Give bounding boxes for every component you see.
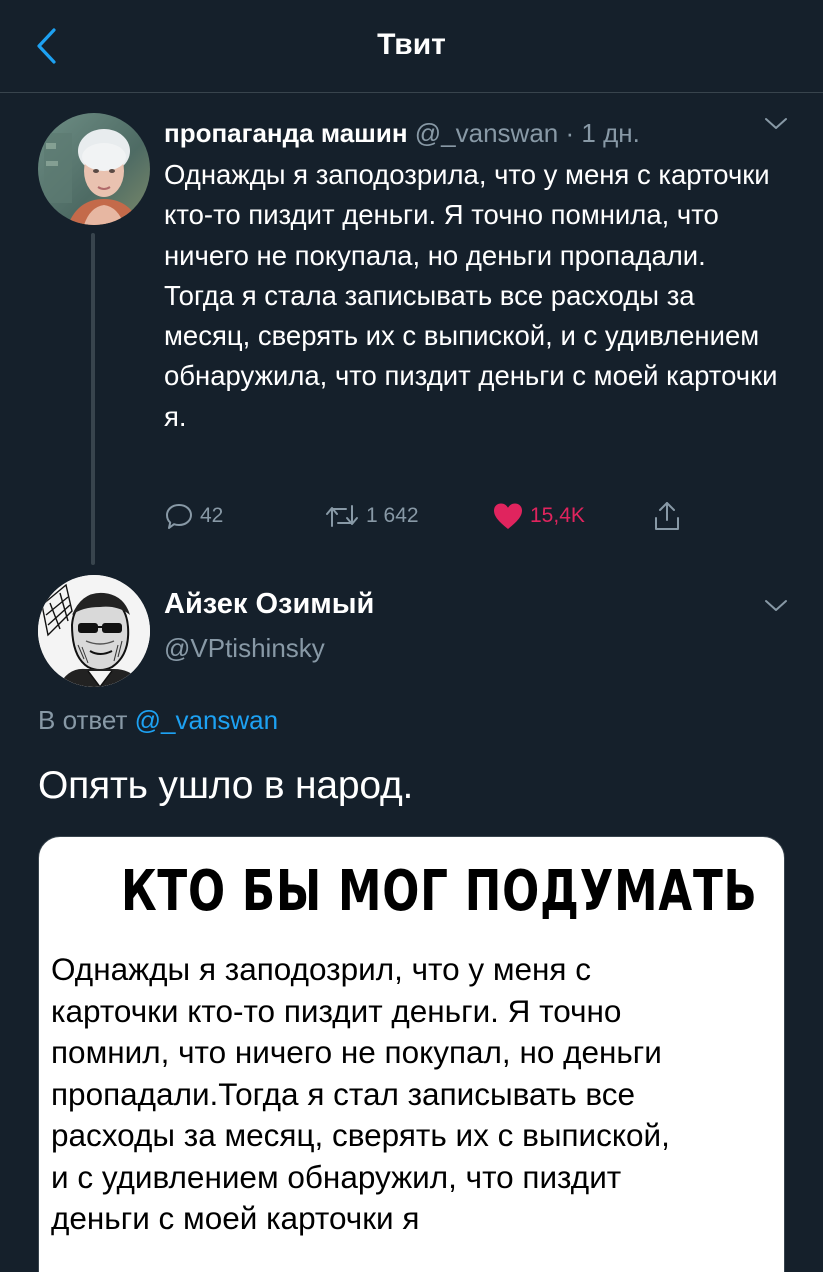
chevron-down-icon	[765, 118, 787, 129]
avatar-photo	[38, 113, 150, 225]
retweet-count: 1 642	[366, 504, 419, 527]
like-button[interactable]: 15,4K	[492, 497, 585, 535]
meme-text-line: пропадали.Тогда я стал записывать все	[51, 1075, 636, 1112]
reply-context: В ответ @_vanswan	[38, 705, 278, 736]
tweet-paragraph: Тогда я стала записывать все расходы за …	[164, 279, 778, 432]
author-handle[interactable]: @VPtishinsky	[164, 633, 325, 664]
reply-handle-link[interactable]: @_vanswan	[135, 705, 278, 735]
tweet-time: 1 дн.	[581, 118, 640, 148]
author-handle[interactable]: @_vanswan	[415, 118, 558, 148]
author-name[interactable]: Айзек Озимый	[164, 588, 374, 621]
page-title: Твит	[377, 28, 446, 61]
reply-count: 42	[200, 504, 224, 527]
meme-text-line: карточки кто-то пиздит деньги. Я точно	[51, 992, 622, 1029]
heart-icon	[494, 503, 522, 529]
avatar-illustration	[38, 575, 150, 687]
meme-text-line: расходы за месяц, сверять их с выпиской,	[51, 1117, 670, 1153]
avatar[interactable]	[38, 575, 150, 687]
meme-text-line: Однажды я заподозрил, что у меня с	[51, 951, 591, 987]
meme-text: Однажды я заподозрил, что у меня с карто…	[51, 949, 776, 1240]
retweet-icon	[326, 505, 358, 527]
separator-dot: ·	[565, 118, 575, 148]
meme-text-line: помнил, что ничего не покупал, но деньги	[51, 1034, 662, 1070]
meme-text-line: деньги с моей карточки я	[51, 1200, 420, 1236]
like-count: 15,4K	[530, 504, 585, 527]
reply-bubble-icon	[166, 504, 192, 529]
parent-tweet-header: пропаганда машин @_vanswan · 1 дн.	[164, 116, 640, 150]
tweet-paragraph: Однажды я заподозрила, что у меня с карт…	[164, 159, 770, 271]
tweet-actions: 42 1 642 15,4K	[164, 497, 724, 537]
meme-text-line: и с удивлением обнаружил, что пиздит	[51, 1158, 622, 1195]
meme-title: КТО БЫ МОГ ПОДУМАТЬ	[120, 859, 758, 924]
reply-prefix: В ответ	[38, 705, 128, 735]
thread-line	[91, 233, 95, 565]
chevron-down-icon	[765, 600, 787, 611]
share-icon	[655, 502, 679, 530]
tweet-media-image[interactable]: КТО БЫ МОГ ПОДУМАТЬ Однажды я заподозрил…	[38, 836, 785, 1272]
share-button[interactable]	[652, 497, 688, 535]
avatar[interactable]	[38, 113, 150, 225]
tweet-text: Опять ушло в народ.	[38, 764, 414, 807]
parent-tweet-text: Однажды я заподозрила, что у меня с карт…	[164, 155, 784, 437]
author-name[interactable]: пропаганда машин	[164, 118, 408, 148]
top-bar: Твит	[0, 0, 823, 93]
reply-button[interactable]: 42	[164, 497, 223, 535]
retweet-button[interactable]: 1 642	[324, 497, 419, 535]
more-options-button[interactable]	[763, 598, 797, 624]
more-options-button[interactable]	[763, 116, 797, 142]
